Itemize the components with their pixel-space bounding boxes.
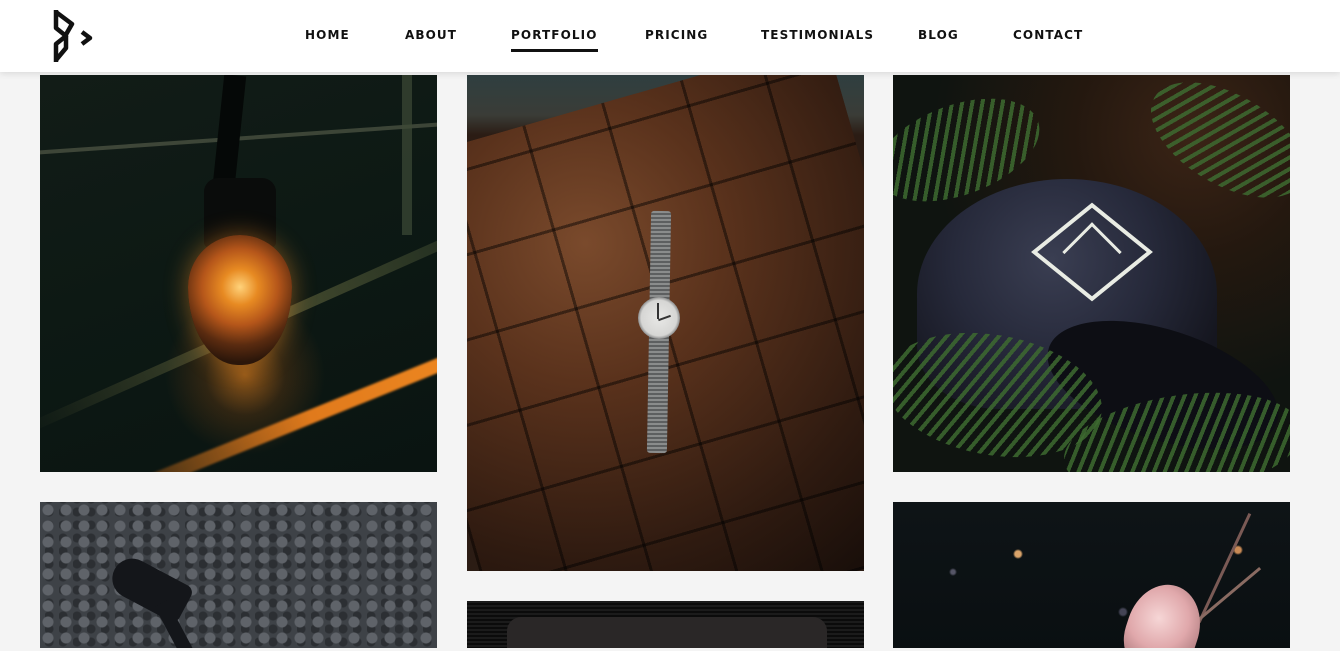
portfolio-item-feather[interactable] (893, 502, 1290, 651)
glow-rail-decoration (112, 331, 437, 472)
nav-portfolio[interactable]: PORTFOLIO (511, 28, 598, 52)
nav-blog[interactable]: BLOG (918, 28, 959, 42)
object-decoration (507, 617, 827, 651)
nav-home[interactable]: HOME (305, 28, 350, 42)
portfolio-item-cap[interactable] (893, 75, 1290, 472)
nav-about[interactable]: ABOUT (405, 28, 457, 42)
nav-testimonials[interactable]: TESTIMONIALS (761, 28, 874, 42)
nav-pricing[interactable]: PRICING (645, 28, 708, 42)
main-nav: HOME ABOUT PORTFOLIO PRICING TESTIMONIAL… (0, 0, 1340, 72)
portfolio-item-watch[interactable] (467, 75, 864, 571)
nav-contact[interactable]: CONTACT (1013, 28, 1083, 42)
site-header: HOME ABOUT PORTFOLIO PRICING TESTIMONIAL… (0, 0, 1340, 72)
watch-hand (657, 303, 659, 319)
twig-decoration (1197, 512, 1252, 624)
feather-decoration (1114, 575, 1212, 651)
pole-decoration (402, 75, 412, 235)
portfolio-item-dark-object[interactable] (467, 601, 864, 651)
portfolio-item-light-bulb[interactable] (40, 75, 437, 472)
fern-decoration (1131, 75, 1290, 222)
lamp-head (105, 551, 195, 625)
portfolio-item-gravel-lamp[interactable] (40, 502, 437, 651)
